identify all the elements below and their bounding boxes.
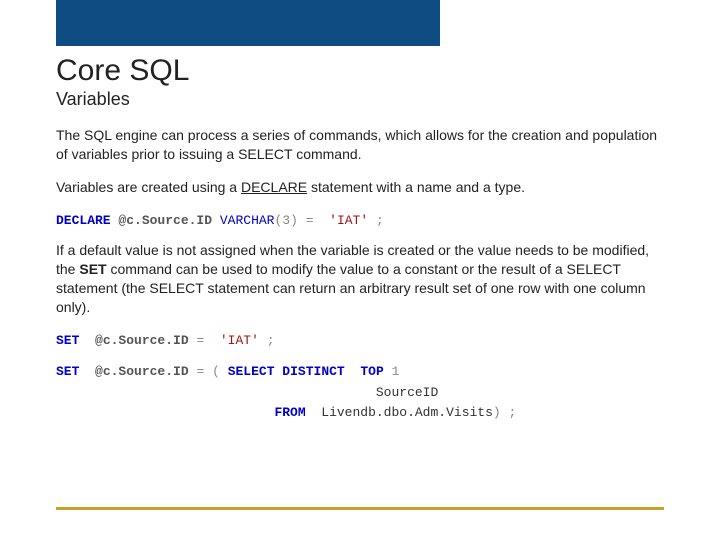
top-n: 1 xyxy=(392,364,400,379)
var-name: @c.Source.ID xyxy=(95,333,189,348)
paren-open: ( xyxy=(212,364,220,379)
paren-close: ) xyxy=(290,213,298,228)
keyword-declare: DECLARE xyxy=(241,179,307,195)
var-name: @c.Source.ID xyxy=(118,213,212,228)
code-set-literal: SET @c.Source.ID = 'IAT' ; xyxy=(56,331,664,352)
op-eq: = xyxy=(196,333,204,348)
column-name: SourceID xyxy=(376,385,438,400)
string-literal: 'IAT' xyxy=(220,333,259,348)
kw-set: SET xyxy=(56,333,79,348)
footer-rule xyxy=(56,507,664,510)
kw-declare: DECLARE xyxy=(56,213,111,228)
kw-set: SET xyxy=(56,364,79,379)
paren-close: ) xyxy=(493,405,501,420)
paragraph-set: If a default value is not assigned when … xyxy=(56,241,664,317)
header-bar xyxy=(56,0,440,46)
title: Core SQL xyxy=(56,54,664,87)
text: Variables are created using a xyxy=(56,179,241,195)
table-name: Livendb.dbo.Adm.Visits xyxy=(321,405,493,420)
code-declare: DECLARE @c.Source.ID VARCHAR(3) = 'IAT' … xyxy=(56,211,664,232)
type-len: 3 xyxy=(282,213,290,228)
keyword-set: SET xyxy=(79,261,106,277)
type-varchar: VARCHAR xyxy=(220,213,275,228)
kw-top: TOP xyxy=(360,364,383,379)
slide: Core SQL Variables The SQL engine can pr… xyxy=(0,0,720,540)
op-eq: = xyxy=(306,213,314,228)
text: command can be used to modify the value … xyxy=(56,261,646,315)
semi: ; xyxy=(376,213,384,228)
content-area: Core SQL Variables The SQL engine can pr… xyxy=(56,54,664,434)
kw-select-distinct: SELECT DISTINCT xyxy=(228,364,345,379)
semi: ; xyxy=(267,333,275,348)
semi: ; xyxy=(509,405,517,420)
code-set-select: SET @c.Source.ID = ( SELECT DISTINCT TOP… xyxy=(56,362,664,424)
kw-from: FROM xyxy=(274,405,305,420)
text: statement with a name and a type. xyxy=(307,179,525,195)
paragraph-declare: Variables are created using a DECLARE st… xyxy=(56,178,664,197)
var-name: @c.Source.ID xyxy=(95,364,189,379)
paragraph-intro: The SQL engine can process a series of c… xyxy=(56,126,664,164)
subtitle: Variables xyxy=(56,89,664,110)
string-literal: 'IAT' xyxy=(329,213,368,228)
op-eq: = xyxy=(196,364,204,379)
